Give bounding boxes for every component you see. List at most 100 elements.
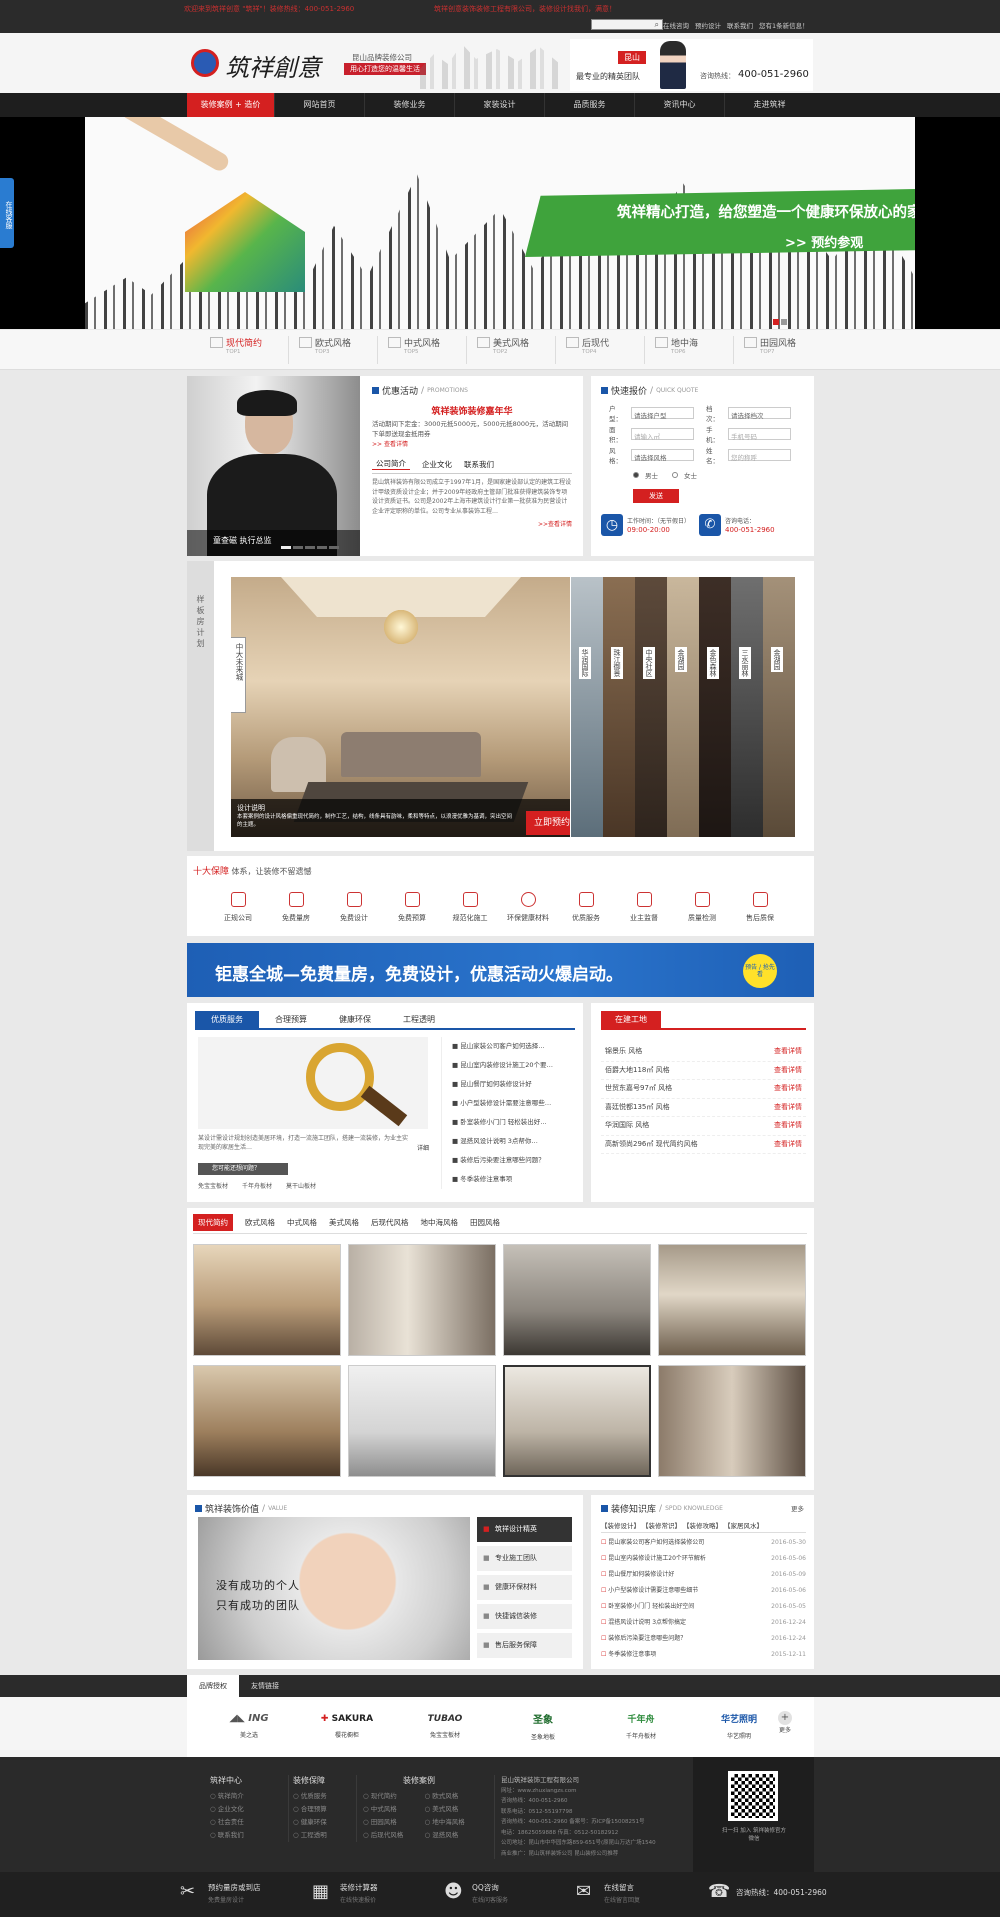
guarantee-item[interactable]: 环保健康材料 — [499, 892, 557, 923]
site-item[interactable]: 佰爵大地118㎡ 风格 查看详情 — [601, 1062, 806, 1080]
footer-link[interactable]: ○ 联系我们 — [210, 1829, 290, 1842]
case-tab-chinese[interactable]: 中式风格 — [287, 1217, 317, 1228]
guarantee-item[interactable]: 免费预算 — [383, 892, 441, 923]
carousel-dot[interactable] — [317, 546, 327, 549]
nav-service[interactable]: 品质服务 — [544, 93, 634, 117]
top-link-message[interactable]: 您有1条新信息！ — [759, 20, 809, 30]
style-item-american[interactable]: 美式风格 TOP2 — [467, 336, 556, 364]
nav-news[interactable]: 资讯中心 — [634, 93, 724, 117]
knowledge-tab[interactable]: 【装修设计】 — [601, 1520, 640, 1530]
guarantee-item[interactable]: 售后质保 — [731, 892, 789, 923]
guarantee-item[interactable]: 免费设计 — [325, 892, 383, 923]
guarantee-item[interactable]: 规范化施工 — [441, 892, 499, 923]
knowledge-item[interactable]: ☐ 卧室装修小门门 轻松装出好空间 2016-05-05 — [601, 1599, 806, 1615]
style-item-mediterranean[interactable]: 地中海 TOP6 — [645, 336, 734, 364]
case-photo[interactable] — [348, 1244, 496, 1356]
footer-link[interactable]: ○ 中式风格 — [363, 1803, 425, 1816]
news-item[interactable]: ■ 昆山餐厅如何装修设计好 — [452, 1075, 577, 1094]
site-item[interactable]: 锦景乐 风格 查看详情 — [601, 1043, 806, 1062]
nav-cases-price[interactable]: 装修案例 + 造价 — [187, 93, 274, 117]
side-online-service[interactable]: 在线客服 — [0, 178, 14, 248]
model-thumb-4[interactable]: 金湖园 — [667, 577, 699, 837]
footer-link[interactable]: ○ 后现代风格 — [363, 1829, 425, 1842]
carousel-dot[interactable] — [329, 546, 339, 549]
site-item[interactable]: 世贸东嘉号97㎡ 风格 查看详情 — [601, 1080, 806, 1099]
partner-logo[interactable]: 华艺照明 华艺照明 — [690, 1712, 788, 1740]
news-item[interactable]: ■ 冬季装修注意事项 — [452, 1170, 577, 1189]
news-item[interactable]: ■ 卧室装修小门门 轻松装出好… — [452, 1113, 577, 1132]
case-tab-european[interactable]: 欧式风格 — [245, 1217, 275, 1228]
carousel-dot[interactable] — [281, 546, 291, 549]
guarantee-item[interactable]: 业主监督 — [615, 892, 673, 923]
bottom-item-message[interactable]: ✉ 在线留言 在线留言回复 — [576, 1881, 708, 1907]
nav-home[interactable]: 网站首页 — [274, 93, 364, 117]
carousel-dot[interactable] — [293, 546, 303, 549]
style-item-postmodern[interactable]: 后现代 TOP4 — [556, 336, 645, 364]
logo[interactable]: 筑祥創意 — [187, 45, 337, 83]
nav-design[interactable]: 家装设计 — [454, 93, 544, 117]
knowledge-tab[interactable]: 【装修攻略】 — [683, 1520, 722, 1530]
style-item-pastoral[interactable]: 田园风格 TOP7 — [734, 336, 823, 364]
news-item[interactable]: ■ 昆山室内装修设计施工20个要… — [452, 1056, 577, 1075]
tab-company-intro[interactable]: 公司简介 — [372, 458, 410, 470]
footer-link[interactable]: ○ 混搭风格 — [425, 1829, 487, 1842]
banner-cta-button[interactable]: >> 预约参观 — [785, 232, 863, 251]
partner-logo[interactable]: 千年舟 千年舟板材 — [592, 1712, 690, 1740]
hero-banner[interactable]: 筑祥精心打造，给您塑造一个健康环保放心的家 >> 预约参观 — [0, 117, 1000, 329]
model-thumb-3[interactable]: 中央社区 — [635, 577, 667, 837]
radio-male[interactable] — [633, 472, 639, 478]
tab-friend-links[interactable]: 友情链接 — [239, 1675, 291, 1697]
nav-about[interactable]: 走进筑祥 — [724, 93, 814, 117]
select-house-type[interactable]: 请选择户型 — [631, 407, 694, 420]
knowledge-item[interactable]: ☐ 冬季装修注意事项 2015-12-11 — [601, 1647, 806, 1663]
knowledge-item[interactable]: ☐ 昆山家装公司客户如何选择装修公司 2016-05-30 — [601, 1535, 806, 1551]
top-link-design[interactable]: 预约设计 — [695, 20, 721, 30]
knowledge-item[interactable]: ☐ 小户型装修设计需要注意哪些细节 2016-05-06 — [601, 1583, 806, 1599]
value-item[interactable]: ■ 筑祥设计精英 — [477, 1517, 572, 1542]
model-thumb-5[interactable]: 金色森林 — [699, 577, 731, 837]
top-link-contact[interactable]: 联系我们 — [727, 20, 753, 30]
select-style[interactable]: 请选择风格 — [631, 449, 694, 462]
style-item-chinese[interactable]: 中式风格 TOP5 — [378, 336, 467, 364]
tab-contact[interactable]: 联系我们 — [464, 459, 494, 470]
bottom-item-calculator[interactable]: ▦ 装修计算器 在线快速报价 — [312, 1881, 444, 1907]
promo-blue-banner[interactable]: 钜惠全城—免费量房，免费设计，优惠活动火爆启动。 预告 / 抢先看 — [187, 943, 814, 997]
model-thumb-1[interactable]: 华润国际 — [571, 577, 603, 837]
bottom-item-book[interactable]: ✂ 预约量房或到店 免费量房设计 — [180, 1881, 312, 1907]
news-item[interactable]: ■ 昆山家装公司客户如何选择… — [452, 1037, 577, 1056]
tab-culture[interactable]: 企业文化 — [422, 459, 452, 470]
partner-logo[interactable]: ◢◣ ING 美之选 — [200, 1713, 298, 1739]
footer-link[interactable]: ○ 现代简约 — [363, 1790, 425, 1803]
case-photo[interactable] — [348, 1365, 496, 1477]
guarantee-item[interactable]: 免费量房 — [267, 892, 325, 923]
case-photo[interactable] — [658, 1365, 806, 1477]
site-item[interactable]: 华润国际 风格 查看详情 — [601, 1117, 806, 1136]
news-item[interactable]: ■ 装修后污染要注意哪些问题？ — [452, 1151, 577, 1170]
tab-brand-auth[interactable]: 品牌授权 — [187, 1675, 239, 1697]
banner-dot-1[interactable] — [773, 319, 779, 325]
guarantee-item[interactable]: 优质服务 — [557, 892, 615, 923]
model-main-photo[interactable]: 中大未来城 设计说明 本套案例的设计风格偏重现代简约，制作工艺，结构，线条具有韵… — [231, 577, 570, 837]
model-thumb-2[interactable]: 珠江御景 — [603, 577, 635, 837]
input-name[interactable]: 您的称呼 — [728, 449, 791, 462]
tab-transparent[interactable]: 工程透明 — [387, 1014, 451, 1025]
case-tab-modern[interactable]: 现代简约 — [193, 1214, 233, 1231]
top-search-input[interactable]: ⌕ — [591, 19, 663, 30]
promo-more-link[interactable]: >> 查看详情 — [372, 439, 572, 448]
knowledge-item[interactable]: ☐ 装修后污染要注意哪些问题？ 2016-12-24 — [601, 1631, 806, 1647]
partners-more[interactable]: + 更多 — [778, 1711, 792, 1734]
knowledge-item[interactable]: ☐ 混搭风设计说明 3点帮你搞定 2016-12-24 — [601, 1615, 806, 1631]
case-tab-pastoral[interactable]: 田园风格 — [470, 1217, 500, 1228]
guarantee-item[interactable]: 正规公司 — [209, 892, 267, 923]
knowledge-item[interactable]: ☐ 昆山餐厅如何装修设计好 2016-05-09 — [601, 1567, 806, 1583]
knowledge-more-link[interactable]: 更多 — [791, 1503, 804, 1513]
case-photo[interactable] — [658, 1244, 806, 1356]
service-more-link[interactable]: 详细 — [417, 1143, 429, 1152]
intro-more-link[interactable]: >>查看详情 — [372, 519, 572, 528]
value-item[interactable]: ■ 售后服务保障 — [477, 1633, 572, 1658]
case-tab-mediterranean[interactable]: 地中海风格 — [421, 1217, 459, 1228]
footer-link[interactable]: ○ 地中海风格 — [425, 1816, 487, 1829]
input-area[interactable]: 请输入㎡ — [631, 428, 694, 441]
guarantee-item[interactable]: 质量检测 — [673, 892, 731, 923]
case-tab-postmodern[interactable]: 后现代风格 — [371, 1217, 409, 1228]
